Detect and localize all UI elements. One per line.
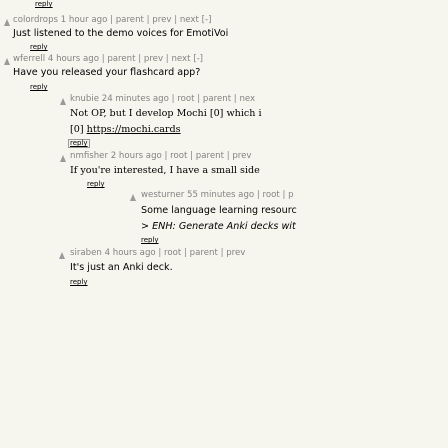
reply-link[interactable]: reply: [141, 236, 159, 245]
comment-thread: reply colordrops 1 hour ago | parent | p…: [0, 0, 448, 448]
collapse-toggle[interactable]: [-]: [202, 15, 212, 25]
root-link[interactable]: root: [263, 190, 280, 200]
reply-link[interactable]: reply: [87, 180, 105, 189]
comment-age[interactable]: 1 hour ago: [61, 15, 108, 25]
comment-user[interactable]: wferrell: [13, 54, 45, 64]
reply-link[interactable]: reply: [30, 83, 48, 92]
comment-user[interactable]: nmfisher: [70, 151, 108, 161]
comment-quote: > ENH: Generate Anki decks wit: [141, 221, 296, 232]
comment-user[interactable]: knubie: [70, 94, 99, 104]
upvote-arrow-icon[interactable]: [130, 194, 136, 201]
external-link[interactable]: https://mochi.cards: [87, 124, 181, 135]
parent-link[interactable]: p: [288, 190, 293, 200]
comment-text: Some language learning resourc: [141, 205, 297, 216]
next-link[interactable]: nex: [239, 94, 255, 104]
comment-age[interactable]: 24 minutes ago: [102, 94, 169, 104]
parent-link[interactable]: parent: [203, 94, 231, 104]
upvote-arrow-icon[interactable]: [4, 19, 10, 26]
comment-age[interactable]: 4 hours ago: [105, 248, 156, 258]
comment-age[interactable]: 2 hours ago: [111, 151, 162, 161]
reply-link[interactable]: reply: [30, 43, 48, 52]
root-link[interactable]: root: [164, 248, 181, 258]
prev-link[interactable]: prev: [152, 15, 171, 25]
upvote-arrow-icon[interactable]: [59, 252, 65, 259]
comment-header: westurner 55 minutes ago | root | p: [141, 190, 294, 200]
next-link[interactable]: next: [171, 54, 190, 64]
reply-link[interactable]: reply: [70, 278, 88, 287]
comment-user[interactable]: siraben: [70, 248, 102, 258]
upvote-arrow-icon[interactable]: [60, 98, 66, 105]
comment-header: knubie 24 minutes ago | root | parent | …: [70, 94, 256, 104]
comment-link-line: [0] https://mochi.cards: [70, 124, 181, 136]
comment-text: Have you released your flashcard app?: [13, 67, 201, 78]
parent-link[interactable]: parent: [190, 248, 218, 258]
prev-link[interactable]: prev: [226, 248, 245, 258]
next-link[interactable]: next: [180, 15, 199, 25]
comment-header: wferrell 4 hours ago | parent | prev | n…: [13, 54, 204, 64]
prev-link[interactable]: prev: [144, 54, 163, 64]
comment-age[interactable]: 55 minutes ago: [187, 190, 254, 200]
reply-link[interactable]: reply: [68, 139, 90, 148]
comment-age[interactable]: 4 hours ago: [48, 54, 99, 64]
comment-header: nmfisher 2 hours ago | root | parent | p…: [70, 151, 252, 161]
comment-user[interactable]: colordrops: [13, 15, 58, 25]
parent-link[interactable]: parent: [116, 15, 144, 25]
comment-user[interactable]: westurner: [141, 190, 184, 200]
comment-text: It's just an Anki deck.: [70, 262, 173, 273]
root-link[interactable]: root: [170, 151, 187, 161]
comment-text: Not OP, but I develop Mochi [0] which i: [70, 108, 262, 119]
comment-header: siraben 4 hours ago | root | parent | pr…: [70, 248, 246, 258]
upvote-arrow-icon[interactable]: [4, 58, 10, 65]
comment-text: If you're interested, I have a small sid…: [70, 165, 260, 176]
footnote-marker: [0]: [70, 124, 87, 135]
parent-link[interactable]: parent: [196, 151, 224, 161]
comment-header: colordrops 1 hour ago | parent | prev | …: [13, 15, 212, 25]
upvote-arrow-icon[interactable]: [60, 155, 66, 162]
reply-link[interactable]: reply: [35, 0, 53, 8]
collapse-toggle[interactable]: [-]: [193, 54, 203, 64]
prev-link[interactable]: prev: [232, 151, 251, 161]
comment-text: Just listened to the demo voices for Emo…: [13, 28, 229, 39]
root-link[interactable]: root: [177, 94, 194, 104]
parent-link[interactable]: parent: [107, 54, 135, 64]
